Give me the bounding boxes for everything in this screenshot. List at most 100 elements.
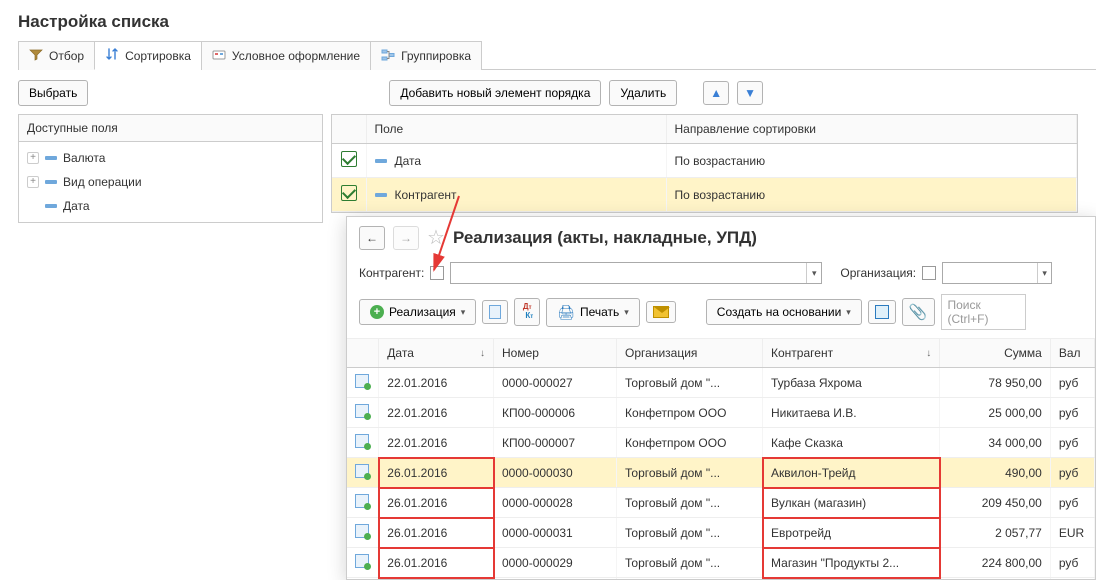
- search-input[interactable]: Поиск (Ctrl+F): [941, 294, 1026, 330]
- link-icon: [875, 305, 889, 319]
- org-combo[interactable]: ▾: [942, 262, 1052, 284]
- col-label: Контрагент: [771, 346, 833, 360]
- cell-contractor: Магазин "Продукты 2...: [763, 548, 940, 578]
- dt-kt-button[interactable]: ДтКт: [514, 298, 540, 326]
- mail-button[interactable]: [646, 301, 676, 323]
- org-input[interactable]: [943, 263, 1037, 283]
- cell-date: 26.01.2016: [379, 548, 494, 578]
- table-row[interactable]: 26.01.20160000-000028Торговый дом "...Ву…: [347, 488, 1095, 518]
- sort-field: Контрагент: [395, 188, 457, 202]
- filter-row: Контрагент: ▾ Организация: ▾: [347, 258, 1095, 290]
- col-header-icon: [347, 339, 379, 368]
- sort-row[interactable]: Контрагент По возрастанию: [332, 178, 1077, 212]
- tree-item-label: Дата: [63, 199, 90, 213]
- tab-sort[interactable]: Сортировка: [94, 41, 202, 70]
- sort-row[interactable]: Дата По возрастанию: [332, 144, 1077, 178]
- attach-button[interactable]: 📎: [902, 298, 935, 326]
- tab-group[interactable]: Группировка: [370, 41, 482, 70]
- link-button[interactable]: [868, 300, 896, 324]
- table-row[interactable]: 26.01.20160000-000030Торговый дом "...Ак…: [347, 458, 1095, 488]
- col-header-contractor[interactable]: Контрагент↓: [763, 339, 940, 368]
- sort-header-direction[interactable]: Направление сортировки: [666, 115, 1077, 144]
- move-up-button[interactable]: ▲: [703, 81, 729, 105]
- field-icon: [45, 204, 57, 208]
- table-row[interactable]: 22.01.2016КП00-000007Конфетпром ОООКафе …: [347, 428, 1095, 458]
- col-header-date[interactable]: Дата↓: [379, 339, 494, 368]
- checkmark-icon[interactable]: [341, 151, 357, 167]
- cell-org: Конфетпром ООО: [617, 428, 763, 458]
- checkmark-icon[interactable]: [341, 185, 357, 201]
- table-row[interactable]: 26.01.20160000-000029Торговый дом "...Ма…: [347, 548, 1095, 578]
- table-row[interactable]: 22.01.2016КП00-000006Конфетпром ОООНикит…: [347, 398, 1095, 428]
- cell-date: 26.01.2016: [379, 518, 494, 548]
- tree-item[interactable]: + Вид операции: [19, 170, 322, 194]
- nav-back-button[interactable]: ←: [359, 226, 385, 250]
- document-icon: [355, 374, 369, 388]
- cell-sum: 2 057,77: [940, 518, 1051, 548]
- favorite-star-icon[interactable]: ☆: [427, 225, 445, 250]
- sort-direction: По возрастанию: [666, 144, 1077, 178]
- cell-currency: руб: [1050, 428, 1094, 458]
- cell-number: 0000-000027: [494, 368, 617, 398]
- col-header-number[interactable]: Номер: [494, 339, 617, 368]
- nav-forward-button[interactable]: →: [393, 226, 419, 250]
- add-order-element-button[interactable]: Добавить новый элемент порядка: [389, 80, 601, 106]
- delete-button[interactable]: Удалить: [609, 80, 677, 106]
- tab-label: Группировка: [401, 49, 471, 63]
- contractor-filter-checkbox[interactable]: [430, 266, 444, 280]
- cell-currency: EUR: [1050, 518, 1094, 548]
- tabs: Отбор Сортировка Условное оформление Гру…: [18, 40, 1096, 70]
- document-icon: [355, 434, 369, 448]
- contractor-input[interactable]: [451, 263, 806, 283]
- table-row[interactable]: 22.01.20160000-000027Торговый дом "...Ту…: [347, 368, 1095, 398]
- realization-window: ← → ☆ Реализация (акты, накладные, УПД) …: [346, 216, 1096, 580]
- cell-date: 26.01.2016: [379, 488, 494, 518]
- col-header-org[interactable]: Организация: [617, 339, 763, 368]
- field-icon: [45, 180, 57, 184]
- copy-button[interactable]: [482, 300, 508, 324]
- cell-org: Торговый дом "...: [617, 488, 763, 518]
- tree-item[interactable]: + Валюта: [19, 146, 322, 170]
- cell-date: 22.01.2016: [379, 368, 494, 398]
- cell-number: КП00-000007: [494, 428, 617, 458]
- dropdown-icon[interactable]: ▾: [1037, 263, 1051, 283]
- tab-label: Сортировка: [125, 49, 191, 63]
- document-icon: [355, 554, 369, 568]
- table-row[interactable]: 26.01.20160000-000031Торговый дом "...Ев…: [347, 518, 1095, 548]
- tree-item[interactable]: Дата: [19, 194, 322, 218]
- print-button[interactable]: 🖨 Печать ▾: [546, 298, 640, 327]
- cell-contractor: Евротрейд: [763, 518, 940, 548]
- expand-toggle[interactable]: +: [27, 176, 39, 188]
- funnel-icon: [29, 48, 43, 65]
- col-header-sum[interactable]: Сумма: [940, 339, 1051, 368]
- realization-button[interactable]: + Реализация ▾: [359, 299, 476, 325]
- cell-contractor: Аквилон-Трейд: [763, 458, 940, 488]
- sort-header-field[interactable]: Поле: [366, 115, 666, 144]
- create-based-button[interactable]: Создать на основании ▾: [706, 299, 862, 325]
- tab-filter[interactable]: Отбор: [18, 41, 95, 70]
- cell-sum: 78 950,00: [940, 368, 1051, 398]
- cell-currency: руб: [1050, 368, 1094, 398]
- expand-toggle[interactable]: +: [27, 152, 39, 164]
- arrow-right-icon: →: [400, 231, 412, 245]
- field-icon: [375, 193, 387, 197]
- arrow-down-icon: ▼: [744, 86, 756, 100]
- copy-icon: [489, 305, 501, 319]
- printer-icon: 🖨: [557, 304, 575, 321]
- overlay-toolbar: + Реализация ▾ ДтКт 🖨 Печать ▾ Создать н…: [347, 290, 1095, 339]
- cell-currency: руб: [1050, 398, 1094, 428]
- col-header-currency[interactable]: Вал: [1050, 339, 1094, 368]
- cell-currency: руб: [1050, 548, 1094, 578]
- documents-grid: Дата↓ Номер Организация Контрагент↓ Сумм…: [347, 339, 1095, 580]
- dropdown-icon[interactable]: ▾: [806, 263, 821, 283]
- sort-grid-panel: Поле Направление сортировки Дата По возр…: [331, 114, 1078, 213]
- move-down-button[interactable]: ▼: [737, 81, 763, 105]
- tab-label: Отбор: [49, 49, 84, 63]
- tab-cond-format[interactable]: Условное оформление: [201, 41, 371, 70]
- cell-date: 22.01.2016: [379, 398, 494, 428]
- contractor-combo[interactable]: ▾: [450, 262, 822, 284]
- available-fields-tree: + Валюта + Вид операции Дата: [19, 142, 322, 222]
- cell-contractor: Вулкан (магазин): [763, 488, 940, 518]
- org-filter-checkbox[interactable]: [922, 266, 936, 280]
- select-button[interactable]: Выбрать: [18, 80, 88, 106]
